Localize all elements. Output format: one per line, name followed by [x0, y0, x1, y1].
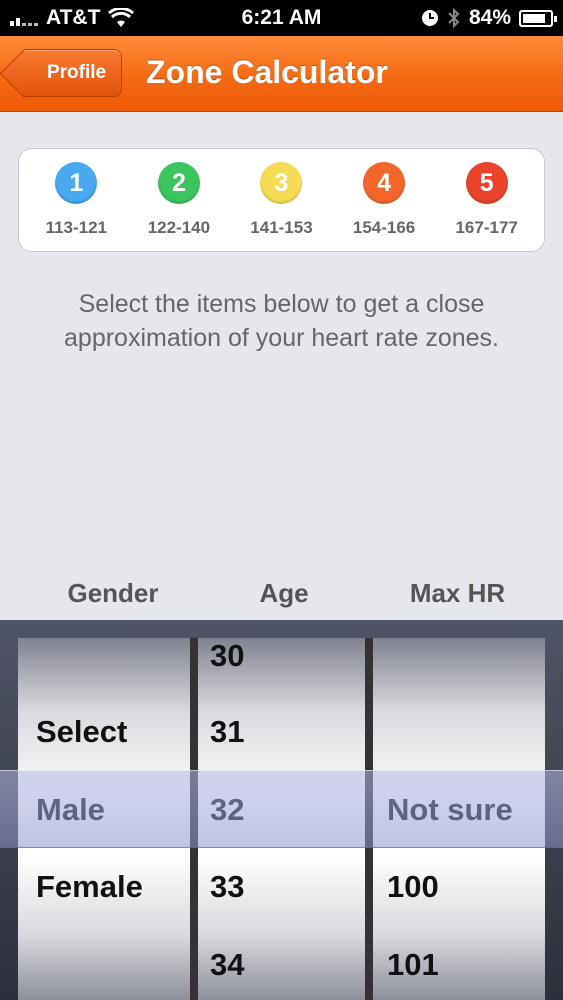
bluetooth-icon — [448, 7, 460, 29]
picker-wheel[interactable]: Select Male Female 30 31 32 33 34 Not sure 100 1… — [0, 620, 563, 1000]
picker-frame: Select Male Female 30 31 32 33 34 Not sure 100 1… — [18, 638, 545, 1000]
battery-percent: 84% — [468, 6, 511, 29]
alarm-icon — [421, 10, 438, 26]
page-title: Zone Calculator — [146, 54, 388, 90]
zone-number-badge: 4 — [363, 162, 406, 204]
max-hr-option[interactable]: Not sure — [373, 771, 545, 848]
zone-range: 154-166 — [352, 218, 416, 237]
zone-range: 113-121 — [45, 218, 108, 237]
carrier-label: AT&T — [46, 6, 101, 29]
instructions-text: Select the items below to get a close ap… — [64, 290, 499, 352]
gender-label: Gender — [67, 578, 159, 608]
zone-range: 141-153 — [250, 218, 313, 237]
wifi-icon — [108, 8, 135, 27]
zone-number-badge: 2 — [157, 162, 200, 204]
back-button-label: Profile — [46, 62, 107, 83]
back-button[interactable]: Profile — [24, 49, 122, 97]
zone-range: 122-140 — [147, 218, 211, 237]
age-column[interactable]: 30 31 32 33 34 — [198, 638, 365, 1000]
gender-option[interactable]: Select — [18, 693, 190, 770]
age-option[interactable]: 33 — [198, 848, 365, 925]
zone-item: 1 113-121 — [26, 162, 126, 238]
zone-item: 2 122-140 — [129, 162, 229, 238]
max-hr-option[interactable]: 101 — [373, 926, 545, 1000]
clock: 6:21 AM — [241, 6, 322, 29]
age-option[interactable]: 34 — [198, 926, 365, 1000]
zone-number-badge: 1 — [55, 162, 98, 204]
gender-option[interactable]: Male — [18, 771, 190, 848]
age-label: Age — [259, 578, 309, 608]
picker-labels: Gender Age Max HR — [0, 578, 563, 618]
age-option[interactable]: 31 — [198, 693, 365, 770]
age-option[interactable]: 32 — [198, 771, 365, 848]
zone-item: 5 167-177 — [437, 162, 537, 238]
zones-card: 1 113-121 2 122-140 3 141-153 4 154-166 5 167-177 — [18, 148, 545, 252]
gender-option[interactable]: Female — [18, 848, 190, 925]
gender-column[interactable]: Select Male Female — [18, 638, 190, 1000]
nav-bar: Profile Zone Calculator — [0, 36, 563, 112]
zone-number-badge: 3 — [260, 162, 303, 204]
max-hr-label: Max HR — [409, 578, 506, 608]
max-hr-option[interactable]: 100 — [373, 848, 545, 925]
status-bar: AT&T 6:21 AM 84% — [0, 0, 563, 36]
signal-icon — [10, 10, 38, 26]
battery-icon — [519, 9, 557, 27]
max-hr-column[interactable]: Not sure 100 101 — [373, 638, 545, 1000]
zone-number-badge: 5 — [465, 162, 508, 204]
zone-item: 3 141-153 — [231, 162, 331, 238]
zone-item: 4 154-166 — [334, 162, 434, 238]
zone-range: 167-177 — [455, 218, 518, 237]
age-option[interactable]: 30 — [198, 638, 365, 694]
